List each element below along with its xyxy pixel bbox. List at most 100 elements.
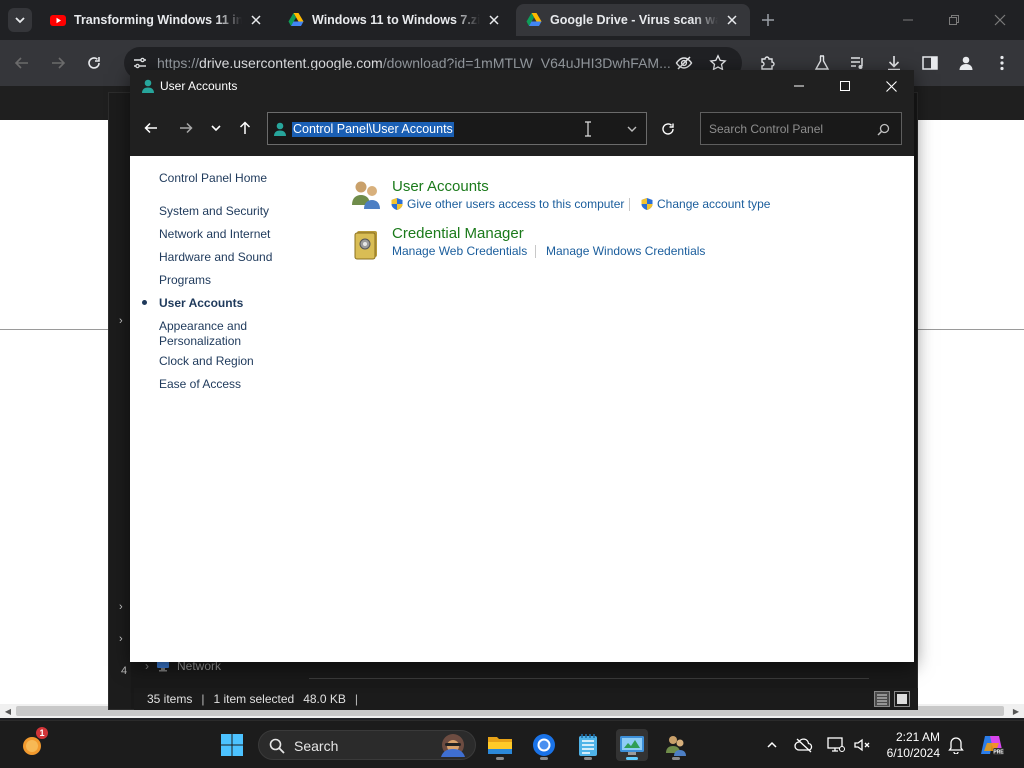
youtube-icon bbox=[50, 15, 66, 26]
link-manage-web-credentials[interactable]: Manage Web Credentials bbox=[392, 244, 527, 258]
close-icon[interactable] bbox=[724, 12, 740, 28]
show-hidden-icons-button[interactable] bbox=[762, 735, 782, 755]
new-tab-button[interactable] bbox=[758, 10, 778, 30]
chrome-icon bbox=[533, 734, 555, 756]
google-drive-icon bbox=[526, 13, 542, 26]
sidebar-item-control-panel-home[interactable]: Control Panel Home bbox=[159, 171, 339, 186]
weather-widget[interactable]: 1 bbox=[16, 727, 48, 761]
taskbar-notepad[interactable] bbox=[572, 729, 604, 761]
running-indicator bbox=[540, 757, 548, 760]
search-input[interactable] bbox=[709, 121, 869, 137]
sidebar-item-programs[interactable]: Programs bbox=[159, 273, 339, 288]
maximize-button[interactable] bbox=[822, 70, 868, 102]
taskbar-chrome[interactable] bbox=[528, 729, 560, 761]
system-clock[interactable]: 2:21 AM 6/10/2024 bbox=[878, 729, 940, 761]
browser-restore-button[interactable] bbox=[942, 8, 966, 32]
browser-close-button[interactable] bbox=[988, 8, 1012, 32]
volume-tray-icon[interactable] bbox=[852, 735, 872, 755]
close-button[interactable] bbox=[868, 70, 914, 102]
start-button[interactable] bbox=[216, 729, 248, 761]
google-drive-icon bbox=[288, 13, 304, 26]
status-size: 48.0 KB bbox=[303, 692, 346, 706]
plus-icon bbox=[762, 14, 774, 26]
browser-tab-1[interactable]: Transforming Windows 11 into bbox=[40, 4, 274, 36]
sidebar-item-hardware-and-sound[interactable]: Hardware and Sound bbox=[159, 250, 339, 265]
notepad-icon bbox=[579, 734, 597, 756]
tiles-view-button[interactable] bbox=[894, 691, 910, 707]
address-text[interactable]: Control Panel\User Accounts bbox=[292, 122, 454, 137]
sidebar-item-appearance-and-personalization[interactable]: Appearance and Personalization bbox=[159, 319, 269, 349]
search-control-panel[interactable] bbox=[700, 112, 902, 145]
sidebar-item-clock-and-region[interactable]: Clock and Region bbox=[159, 354, 339, 369]
chevron-right-icon[interactable]: › bbox=[119, 633, 123, 645]
refresh-button[interactable] bbox=[656, 117, 680, 141]
address-field[interactable]: Control Panel\User Accounts bbox=[267, 112, 647, 145]
taskbar-user-accounts[interactable] bbox=[660, 729, 692, 761]
explorer-left-strip bbox=[109, 93, 131, 709]
status-item-count: 35 items bbox=[147, 692, 193, 706]
chevron-down-icon bbox=[15, 17, 25, 24]
taskbar-file-explorer[interactable] bbox=[484, 729, 516, 761]
volume-muted-icon bbox=[854, 738, 870, 752]
link-change-account-type[interactable]: Change account type bbox=[640, 197, 770, 211]
side-panel-button[interactable] bbox=[918, 51, 942, 75]
chevron-down-icon bbox=[627, 126, 637, 132]
explorer-item-count-fragment: 4 bbox=[121, 665, 128, 677]
sidebar-item-network-and-internet[interactable]: Network and Internet bbox=[159, 227, 339, 242]
up-button[interactable] bbox=[234, 117, 256, 139]
chrome-menu-button[interactable] bbox=[990, 51, 1014, 75]
link-manage-windows-credentials[interactable]: Manage Windows Credentials bbox=[546, 244, 705, 258]
sidebar-item-system-and-security[interactable]: System and Security bbox=[159, 204, 339, 219]
onedrive-tray-icon[interactable] bbox=[794, 735, 814, 755]
close-icon bbox=[885, 80, 897, 92]
list-view-icon bbox=[877, 694, 887, 705]
browser-tab-strip: Transforming Windows 11 into Windows 11 … bbox=[0, 0, 1024, 40]
profile-button[interactable] bbox=[954, 51, 978, 75]
back-button[interactable] bbox=[10, 51, 34, 75]
browser-tab-2[interactable]: Windows 11 to Windows 7.zip bbox=[278, 4, 512, 36]
sidebar-item-ease-of-access[interactable]: Ease of Access bbox=[159, 377, 339, 392]
category-title-user-accounts[interactable]: User Accounts bbox=[392, 178, 489, 195]
scroll-left-arrow[interactable]: ◀ bbox=[2, 705, 14, 717]
copilot-button[interactable]: PRE bbox=[976, 729, 1008, 761]
details-view-button[interactable] bbox=[874, 691, 890, 707]
taskbar-control-panel[interactable] bbox=[616, 729, 648, 761]
notifications-button[interactable] bbox=[946, 735, 966, 755]
address-dropdown-button[interactable] bbox=[624, 121, 640, 137]
credential-manager-icon[interactable] bbox=[349, 227, 383, 261]
recent-locations-button[interactable] bbox=[205, 117, 227, 139]
search-icon bbox=[269, 738, 285, 754]
control-panel-main: User Accounts Give other users access to… bbox=[345, 156, 914, 662]
minimize-button[interactable] bbox=[776, 70, 822, 102]
link-give-other-users-access[interactable]: Give other users access to this computer bbox=[390, 197, 624, 211]
chevron-right-icon[interactable]: › bbox=[119, 601, 123, 613]
close-icon[interactable] bbox=[486, 12, 502, 28]
search-icon[interactable] bbox=[875, 121, 891, 137]
arrow-right-icon bbox=[180, 122, 193, 134]
arrow-up-icon bbox=[239, 121, 251, 134]
display-tray-icon[interactable] bbox=[826, 735, 846, 755]
weather-alert-badge: 1 bbox=[36, 727, 48, 739]
explorer-divider bbox=[309, 678, 869, 679]
forward-button[interactable] bbox=[46, 51, 70, 75]
scroll-right-arrow[interactable]: ▶ bbox=[1010, 705, 1022, 717]
control-panel-navbar: Control Panel\User Accounts bbox=[130, 102, 914, 156]
browser-minimize-button[interactable] bbox=[896, 8, 920, 32]
browser-tab-3[interactable]: Google Drive - Virus scan warn bbox=[516, 4, 750, 36]
close-icon[interactable] bbox=[248, 12, 264, 28]
sidebar-item-user-accounts: User Accounts bbox=[159, 296, 244, 310]
link-separator bbox=[535, 245, 536, 258]
control-panel-titlebar: User Accounts bbox=[130, 70, 914, 102]
tab-search-button[interactable] bbox=[8, 8, 32, 32]
clock-date: 6/10/2024 bbox=[886, 746, 940, 760]
url-path: /download?id=1mMTLW_V64uJHI3DwhFAM... bbox=[382, 55, 671, 71]
taskbar-search[interactable]: Search bbox=[258, 730, 476, 760]
back-button[interactable] bbox=[140, 117, 162, 139]
chevron-up-icon bbox=[767, 741, 777, 748]
category-title-credential-manager[interactable]: Credential Manager bbox=[392, 225, 524, 242]
chevron-right-icon[interactable]: › bbox=[119, 315, 123, 327]
user-accounts-icon[interactable] bbox=[349, 178, 383, 212]
tab-title: Google Drive - Virus scan warn bbox=[550, 13, 718, 27]
reload-button[interactable] bbox=[82, 51, 106, 75]
forward-button[interactable] bbox=[175, 117, 197, 139]
